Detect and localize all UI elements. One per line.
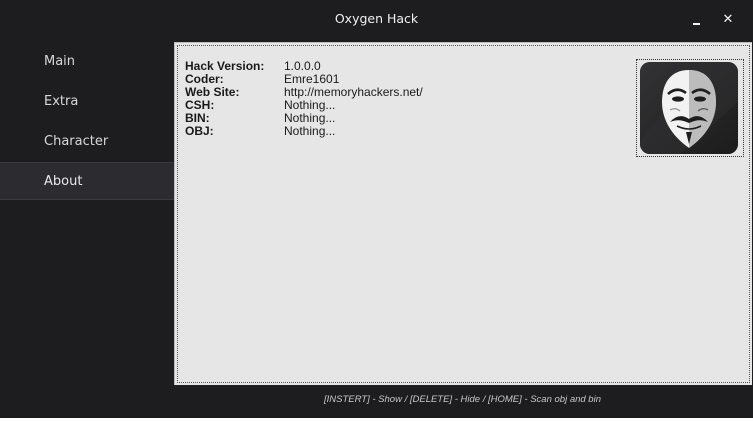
close-button[interactable]: ✕ xyxy=(716,10,740,30)
info-key: OBJ: xyxy=(185,124,214,138)
about-panel-frame: Hack Version: 1.0.0.0 Coder: Emre1601 Web … xyxy=(177,45,750,383)
about-panel: Hack Version: 1.0.0.0 Coder: Emre1601 Web … xyxy=(174,42,752,385)
sidebar-item-label: Extra xyxy=(44,94,79,109)
info-value: Emre1601 xyxy=(284,72,340,86)
sidebar-item-main[interactable]: Main xyxy=(0,42,174,80)
info-value: Nothing... xyxy=(284,124,336,138)
info-value: Nothing... xyxy=(284,111,336,125)
close-icon: ✕ xyxy=(722,12,734,27)
window-title: Oxygen Hack xyxy=(334,11,419,26)
sidebar-item-label: About xyxy=(44,174,83,189)
info-value: 1.0.0.0 xyxy=(284,59,321,73)
anonymous-mask-icon xyxy=(640,62,738,154)
minimize-icon xyxy=(693,23,700,25)
sidebar-item-character[interactable]: Character xyxy=(0,122,174,160)
avatar-frame xyxy=(636,59,744,157)
minimize-button[interactable] xyxy=(685,10,709,30)
info-value: Nothing... xyxy=(284,98,336,112)
info-value: http://memoryhackers.net/ xyxy=(284,85,423,99)
sidebar-item-about[interactable]: About xyxy=(0,162,174,200)
sidebar: Main Extra Character About xyxy=(0,40,174,385)
info-row-obj: OBJ: Nothing... xyxy=(185,125,423,138)
about-info: Hack Version: 1.0.0.0 Coder: Emre1601 Web … xyxy=(185,60,423,138)
title-bar[interactable]: Oxygen Hack ✕ xyxy=(0,0,753,40)
hotkey-hint: [INSTERT] - Show / [DELETE] - Hide / [HO… xyxy=(323,394,601,405)
sidebar-item-label: Main xyxy=(44,54,76,69)
sidebar-item-extra[interactable]: Extra xyxy=(0,82,174,120)
app-window: Oxygen Hack ✕ Main Extra Character About… xyxy=(0,0,753,418)
sidebar-item-label: Character xyxy=(44,134,109,149)
